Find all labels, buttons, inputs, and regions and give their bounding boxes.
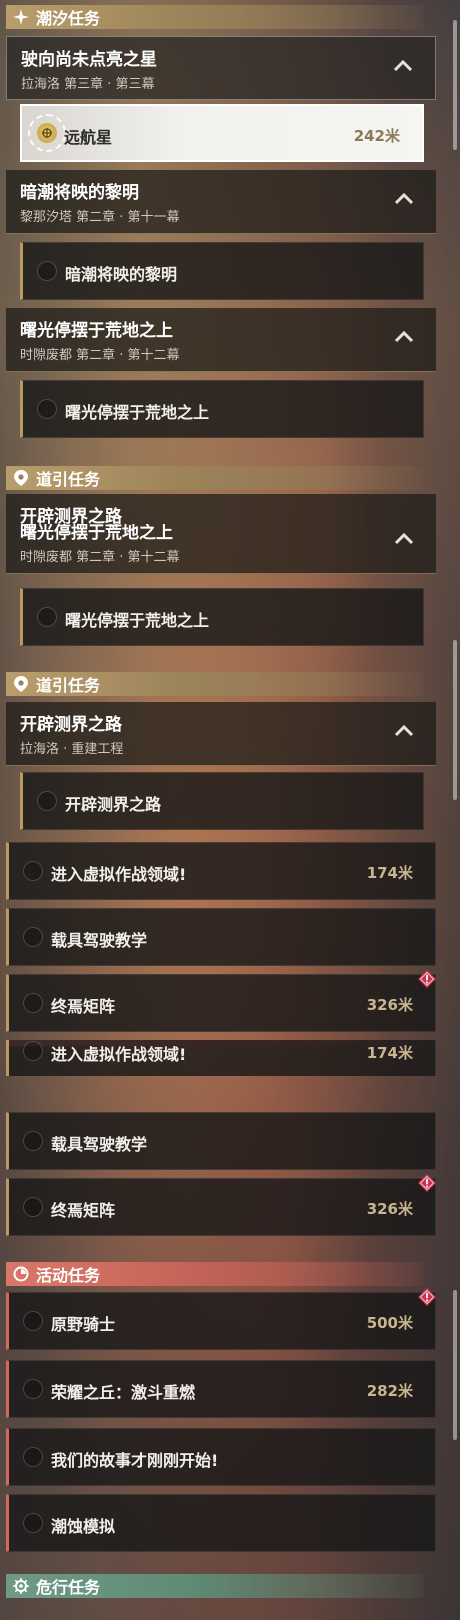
quest-item-label: 我们的故事才刚刚开始! — [51, 1451, 219, 1470]
quest-item[interactable]: 终焉矩阵 326米 — [6, 974, 436, 1032]
quest-group-subtitle: 时隙废都 第二章 · 第十二幕 — [20, 348, 180, 363]
quest-group-title: 曙光停摆于荒地之上 — [20, 321, 173, 341]
quest-group[interactable]: 暗潮将映的黎明 黎那汐塔 第二章 · 第十一幕 — [6, 170, 436, 234]
status-circle-icon — [23, 1131, 43, 1151]
quest-item[interactable]: 进入虚拟作战领域! 174米 — [6, 842, 436, 900]
quest-item-selected[interactable]: 远航星 242米 — [20, 104, 424, 162]
quest-item-label: 荣耀之丘：激斗重燃 — [51, 1383, 196, 1402]
quest-item-distance: 242米 — [353, 127, 400, 145]
status-circle-icon — [23, 1197, 43, 1217]
gear-icon — [12, 1577, 30, 1595]
quest-item[interactable]: 荣耀之丘：激斗重燃 282米 — [6, 1360, 436, 1418]
quest-item-distance: 500米 — [366, 1314, 413, 1332]
status-circle-icon — [23, 1041, 43, 1061]
quest-group-subtitle: 时隙废都 第二章 · 第十二幕 — [20, 550, 180, 565]
section-header-event: 活动任务 — [6, 1262, 424, 1286]
quest-item[interactable]: 曙光停摆于荒地之上 — [20, 380, 424, 438]
quest-item-label: 终焉矩阵 — [51, 1201, 116, 1220]
quest-group-subtitle: 拉海洛 第三章 · 第三幕 — [21, 77, 155, 92]
chevron-up-icon[interactable] — [393, 57, 413, 76]
warning-icon — [418, 1288, 436, 1306]
status-circle-icon — [37, 261, 57, 281]
quest-item-label: 暗潮将映的黎明 — [65, 265, 178, 284]
status-circle-icon — [23, 1379, 43, 1399]
status-circle-icon — [37, 399, 57, 419]
quest-group[interactable]: 曙光停摆于荒地之上 时隙废都 第二章 · 第十二幕 — [6, 308, 436, 372]
quest-item-label: 远航星 — [64, 128, 113, 147]
quest-item-label: 曙光停摆于荒地之上 — [65, 403, 210, 422]
scroll-cutoff: 进入虚拟作战领域! 174米 — [0, 1040, 460, 1076]
quest-item-distance: 174米 — [366, 1044, 413, 1062]
section-header-tide: 潮汐任务 — [6, 5, 424, 29]
location-pin-icon — [12, 469, 30, 487]
quest-item[interactable]: 终焉矩阵 326米 — [6, 1178, 436, 1236]
section-title: 危行任务 — [36, 1578, 101, 1597]
quest-group[interactable]: 驶向尚未点亮之星 拉海洛 第三章 · 第三幕 — [6, 36, 436, 100]
quest-item-distance: 326米 — [366, 996, 413, 1014]
quest-item[interactable]: 载具驾驶教学 — [6, 908, 436, 966]
quest-group-title: 曙光停摆于荒地之上 — [20, 524, 173, 543]
quest-item[interactable]: 原野骑士 500米 — [6, 1292, 436, 1350]
quest-group[interactable]: 开辟测界之路 — [6, 494, 436, 524]
section-title: 道引任务 — [36, 676, 101, 695]
scrollbar[interactable] — [453, 640, 457, 800]
status-circle-icon — [23, 993, 43, 1013]
status-circle-icon — [23, 861, 43, 881]
quest-item[interactable]: 载具驾驶教学 — [6, 1112, 436, 1170]
chevron-up-icon[interactable] — [394, 530, 414, 549]
quest-item-label: 进入虚拟作战领域! — [51, 865, 187, 884]
quest-item[interactable]: 开辟测界之路 — [20, 772, 424, 830]
warning-icon — [418, 970, 436, 988]
scroll-cutoff: 开辟测界之路 — [0, 494, 460, 524]
quest-group-title: 开辟测界之路 — [20, 507, 122, 524]
quest-item-label: 原野骑士 — [51, 1315, 116, 1334]
section-title: 活动任务 — [36, 1266, 101, 1285]
quest-item-label: 终焉矩阵 — [51, 997, 116, 1016]
quest-item[interactable]: 暗潮将映的黎明 — [20, 242, 424, 300]
chevron-up-icon[interactable] — [394, 328, 414, 347]
quest-item-label: 开辟测界之路 — [65, 795, 162, 814]
quest-item-distance: 282米 — [366, 1382, 413, 1400]
quest-item-label: 载具驾驶教学 — [51, 1135, 148, 1154]
quest-item[interactable]: 进入虚拟作战领域! 174米 — [6, 1040, 436, 1076]
event-swirl-icon — [12, 1265, 30, 1283]
status-circle-icon — [23, 927, 43, 947]
status-circle-icon — [23, 1447, 43, 1467]
quest-item-label: 曙光停摆于荒地之上 — [65, 611, 210, 630]
warning-icon — [418, 1174, 436, 1192]
compass-icon — [37, 123, 57, 143]
quest-group-title: 开辟测界之路 — [20, 715, 122, 735]
status-circle-icon — [23, 1311, 43, 1331]
scrollbar[interactable] — [453, 20, 457, 150]
quest-item[interactable]: 我们的故事才刚刚开始! — [6, 1428, 436, 1486]
section-header-guide: 道引任务 — [6, 672, 424, 696]
quest-group-title: 暗潮将映的黎明 — [20, 183, 139, 203]
section-header-guide: 道引任务 — [6, 466, 424, 490]
location-pin-icon — [12, 675, 30, 693]
chevron-up-icon[interactable] — [394, 190, 414, 209]
quest-item[interactable]: 曙光停摆于荒地之上 — [20, 588, 424, 646]
scrollbar[interactable] — [453, 1290, 457, 1440]
quest-item-label: 潮蚀模拟 — [51, 1517, 116, 1536]
section-header-danger: 危行任务 — [6, 1574, 424, 1598]
quest-item-label: 进入虚拟作战领域! — [51, 1045, 187, 1064]
quest-item[interactable]: 潮蚀模拟 — [6, 1494, 436, 1552]
scroll-cutoff: 曙光停摆于荒地之上 时隙废都 第二章 · 第十二幕 — [0, 524, 460, 574]
quest-group-subtitle: 拉海洛 · 重建工程 — [20, 742, 124, 757]
quest-group-subtitle: 黎那汐塔 第二章 · 第十一幕 — [20, 210, 180, 225]
quest-item-label: 载具驾驶教学 — [51, 931, 148, 950]
quest-item-distance: 326米 — [366, 1200, 413, 1218]
status-circle-icon — [23, 1513, 43, 1533]
chevron-up-icon[interactable] — [394, 722, 414, 741]
quest-item-distance: 174米 — [366, 864, 413, 882]
quest-group[interactable]: 开辟测界之路 拉海洛 · 重建工程 — [6, 702, 436, 766]
status-circle-icon — [37, 791, 57, 811]
sparkle-icon — [12, 8, 30, 26]
quest-group-title: 驶向尚未点亮之星 — [21, 50, 157, 70]
status-circle-icon — [37, 607, 57, 627]
section-title: 道引任务 — [36, 470, 101, 489]
section-title: 潮汐任务 — [36, 9, 101, 28]
quest-group[interactable]: 曙光停摆于荒地之上 时隙废都 第二章 · 第十二幕 — [6, 524, 436, 574]
